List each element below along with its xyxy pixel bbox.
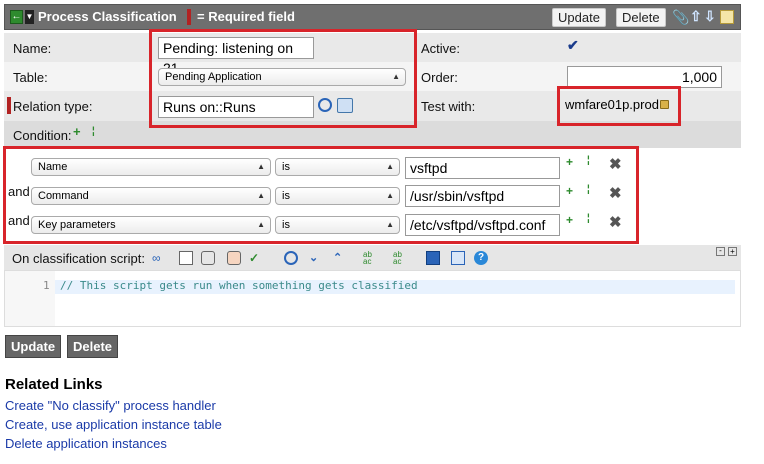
active-checkbox[interactable]: ✔ (567, 38, 581, 52)
toggle-syntax-icon[interactable] (227, 251, 241, 265)
back-icon[interactable]: ← (10, 10, 23, 24)
delete-button[interactable]: Delete (616, 8, 666, 27)
expand-icon[interactable]: + (728, 247, 737, 256)
condition-label: Condition: (13, 128, 72, 143)
script-editor[interactable]: 1 // This script gets run when something… (4, 270, 741, 327)
link-no-classify-handler[interactable]: Create "No classify" process handler (5, 398, 216, 413)
active-label: Active: (421, 41, 461, 56)
highlight-box-test-with (557, 86, 681, 126)
form-title: Process Classification (38, 9, 177, 24)
help-icon[interactable]: ? (474, 251, 488, 265)
bottom-update-button[interactable]: Update (5, 335, 62, 358)
format-code-icon[interactable]: ∞ (152, 251, 166, 265)
replace-all-icon[interactable]: ab ac (393, 251, 407, 266)
collapse-icon[interactable]: - (716, 247, 725, 256)
chevron-up-icon[interactable]: ⌃ (333, 251, 347, 265)
highlight-box-name-relation (149, 29, 417, 128)
required-field-note: = Required field (197, 9, 295, 24)
name-label: Name: (13, 41, 52, 56)
save-icon[interactable] (426, 251, 440, 265)
chevron-down-icon[interactable]: ⌄ (309, 251, 323, 265)
link-delete-application-instances[interactable]: Delete application instances (5, 436, 167, 451)
list-icon[interactable] (720, 10, 734, 24)
form-header: ← ▼ Process Classification = Required fi… (4, 4, 741, 30)
highlight-box-conditions (3, 146, 639, 244)
comment-icon[interactable] (179, 251, 193, 265)
required-field-marker (187, 9, 191, 25)
context-menu-icon[interactable]: ▼ (25, 10, 34, 24)
search-icon[interactable] (284, 251, 298, 265)
add-and-condition-icon[interactable]: + (73, 125, 86, 142)
add-or-condition-icon[interactable]: ¦ (92, 126, 105, 142)
attachment-icon[interactable]: 📎 (672, 9, 689, 26)
relation-type-label: Relation type: (13, 99, 93, 114)
update-button[interactable]: Update (552, 8, 606, 27)
speech-bubble-icon[interactable] (201, 251, 215, 265)
arrow-down-icon[interactable]: ⇩ (704, 8, 716, 25)
script-label: On classification script: (12, 251, 145, 266)
order-label: Order: (421, 70, 458, 85)
test-with-label: Test with: (421, 99, 476, 114)
code-comment: // This script gets run when something g… (60, 279, 418, 292)
arrow-up-icon[interactable]: ⇧ (690, 8, 702, 25)
order-field[interactable]: 1,000 (567, 66, 722, 88)
check-syntax-icon[interactable]: ✓ (249, 251, 263, 265)
link-application-instance-table[interactable]: Create, use application instance table (5, 417, 222, 432)
table-label: Table: (13, 70, 48, 85)
fullscreen-icon[interactable] (451, 251, 465, 265)
related-links-title: Related Links (5, 376, 103, 393)
line-number: 1 (43, 279, 50, 292)
bottom-delete-button[interactable]: Delete (67, 335, 119, 358)
relation-required-marker (7, 97, 11, 114)
replace-icon[interactable]: ab ac (363, 251, 377, 266)
